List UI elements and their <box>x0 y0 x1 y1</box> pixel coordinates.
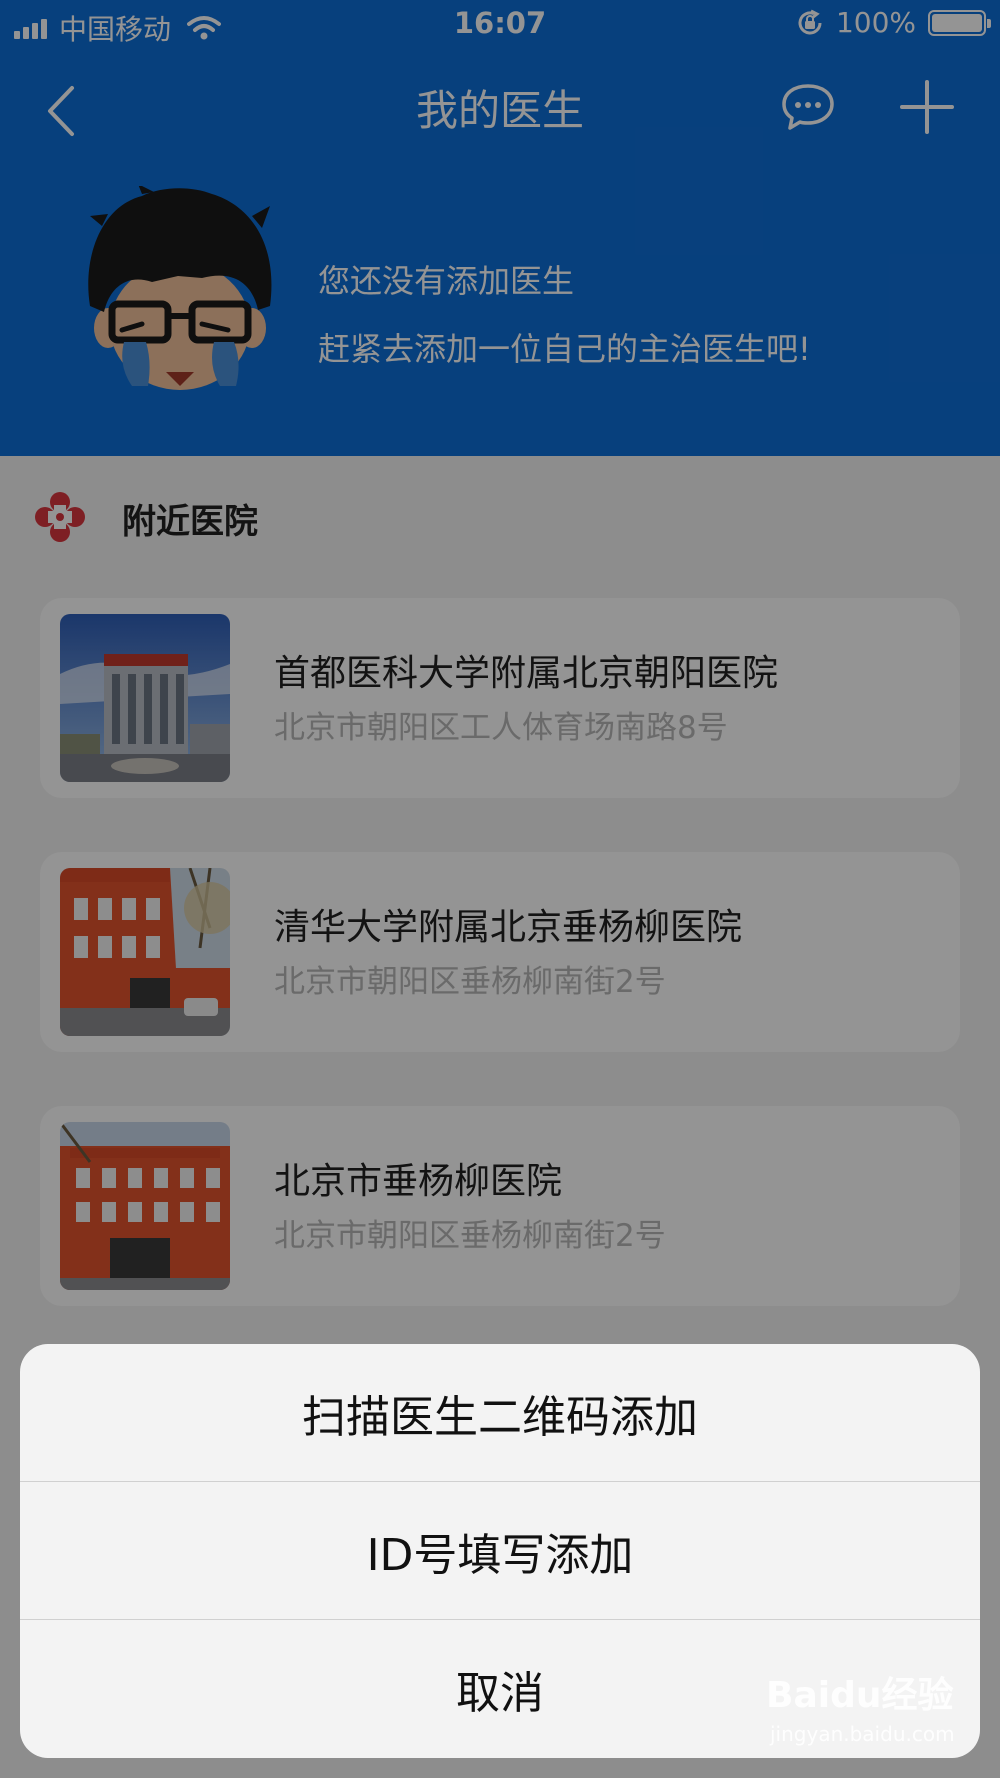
watermark-sub: jingyan.baidu.com <box>770 1722 955 1746</box>
scan-qr-add-button[interactable]: 扫描医生二维码添加 <box>20 1344 980 1482</box>
watermark-main: Baidu经验 <box>766 1675 954 1716</box>
watermark: Baidu经验 jingyan.baidu.com <box>766 1666 966 1766</box>
id-add-button[interactable]: ID号填写添加 <box>20 1482 980 1620</box>
